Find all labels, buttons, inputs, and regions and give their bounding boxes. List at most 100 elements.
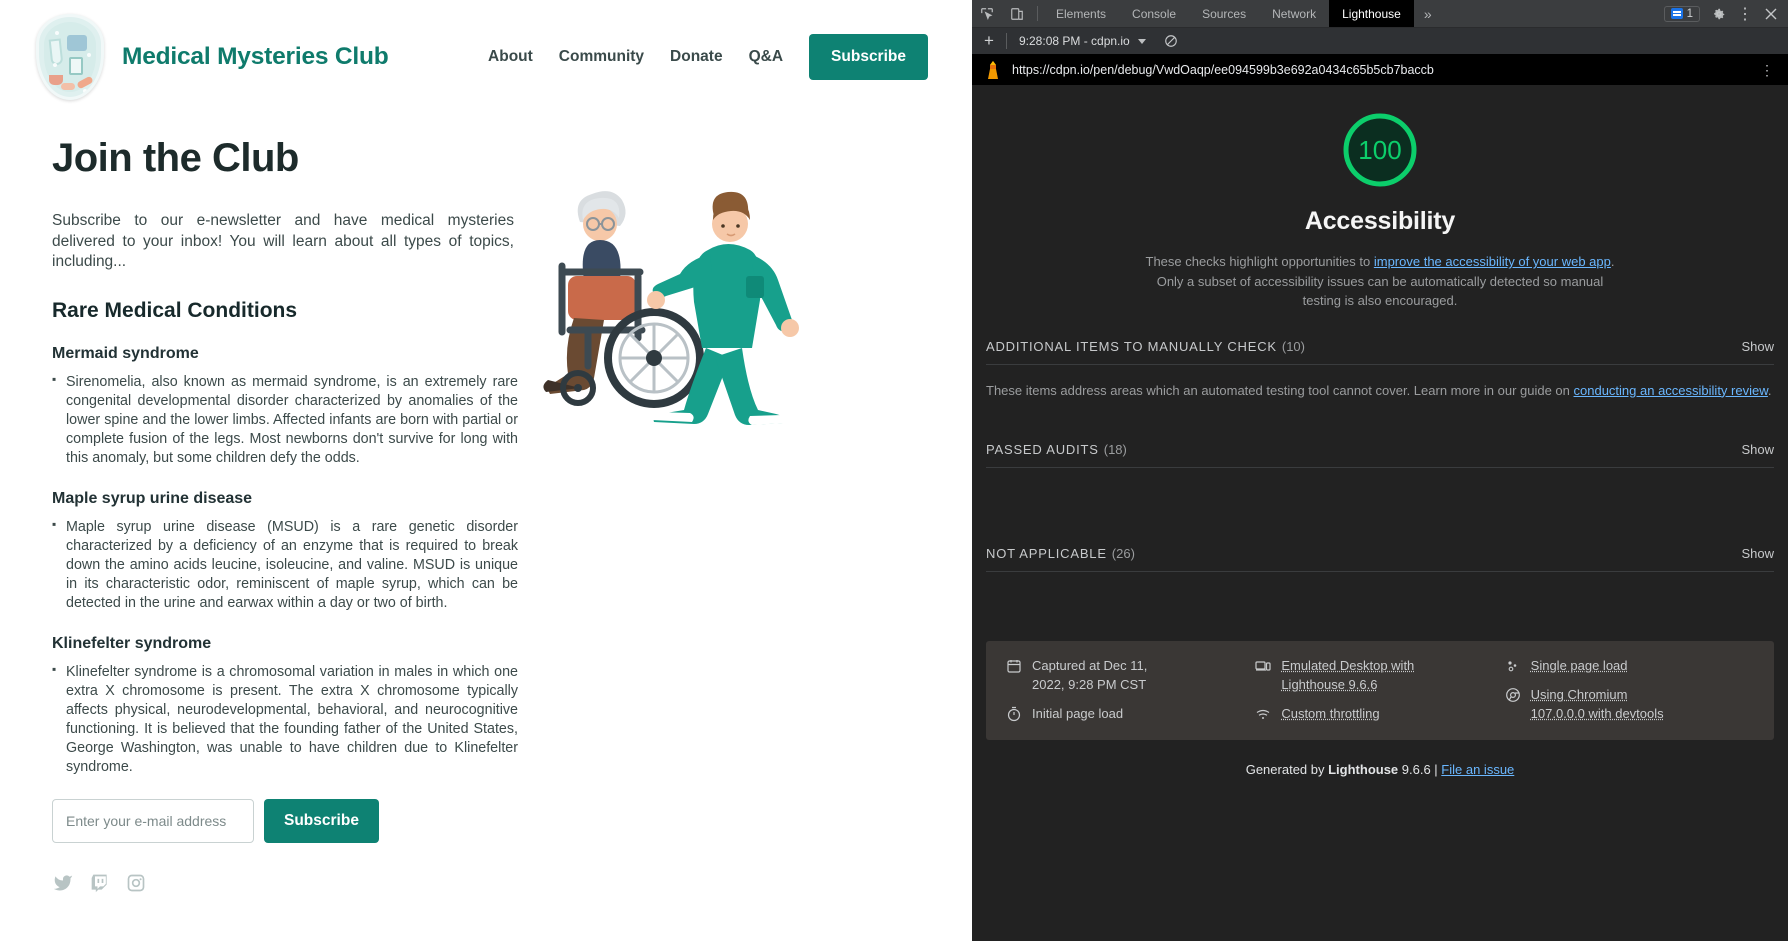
tab-network[interactable]: Network	[1259, 0, 1329, 27]
metadata-column-2: Emulated Desktop with Lighthouse 9.6.6 C…	[1255, 657, 1504, 724]
plus-icon[interactable]: +	[972, 31, 1006, 51]
report-url-bar: https://cdpn.io/pen/debug/VwdOaqp/ee0945…	[972, 55, 1788, 85]
metadata-text: Captured at Dec 11, 2022, 9:28 PM CST	[1032, 657, 1182, 695]
section-body: These items address areas which an autom…	[986, 365, 1774, 423]
nav-item-community[interactable]: Community	[559, 48, 644, 66]
section-passed-audits: PASSED AUDITS (18) Show	[972, 422, 1788, 526]
section-body-pre: These items address areas which an autom…	[986, 383, 1574, 398]
section-header: PASSED AUDITS (18) Show	[986, 422, 1774, 467]
metadata-item-throttling: Custom throttling	[1255, 705, 1504, 724]
generated-version: 9.6.6 |	[1398, 762, 1441, 777]
file-an-issue-link[interactable]: File an issue	[1441, 762, 1514, 777]
medical-shield-logo-icon	[36, 14, 104, 100]
run-selector-label: 9:28:08 PM - cdpn.io	[1019, 34, 1130, 48]
social-links	[52, 873, 972, 898]
nav-item-donate[interactable]: Donate	[670, 48, 723, 66]
instagram-icon[interactable]	[126, 873, 146, 898]
tab-console[interactable]: Console	[1119, 0, 1189, 27]
condition-title-1: Mermaid syndrome	[52, 345, 972, 363]
inspect-element-icon[interactable]	[972, 0, 1002, 27]
metadata-item-captured: Captured at Dec 11, 2022, 9:28 PM CST	[1006, 657, 1255, 695]
run-selector[interactable]: 9:28:08 PM - cdpn.io	[1007, 34, 1158, 48]
metadata-text[interactable]: Custom throttling	[1281, 705, 1379, 724]
chevron-down-icon	[1138, 39, 1146, 44]
generated-pre: Generated by	[1246, 762, 1328, 777]
section-body-empty	[986, 572, 1774, 630]
metadata-item-chromium: Using Chromium 107.0.0.0 with devtools	[1505, 686, 1754, 724]
single-page-icon	[1505, 658, 1521, 674]
improve-accessibility-link[interactable]: improve the accessibility of your web ap…	[1374, 254, 1611, 269]
report-metadata-wrap: Captured at Dec 11, 2022, 9:28 PM CST In…	[972, 629, 1788, 740]
gear-icon[interactable]	[1706, 0, 1732, 28]
site-title: Medical Mysteries Club	[122, 43, 389, 71]
devtools-panel: Elements Console Sources Network Lightho…	[972, 0, 1788, 941]
category-description: These checks highlight opportunities to …	[1138, 252, 1622, 311]
section-header: NOT APPLICABLE (26) Show	[986, 526, 1774, 571]
metadata-column-1: Captured at Dec 11, 2022, 9:28 PM CST In…	[1006, 657, 1255, 724]
metadata-text[interactable]: Single page load	[1531, 657, 1628, 676]
subscribe-form: Subscribe	[52, 799, 972, 843]
issues-icon	[1671, 8, 1683, 19]
throttling-icon	[1255, 706, 1271, 722]
lighthouse-favicon-icon	[984, 60, 1002, 80]
condition-title-3: Klinefelter syndrome	[52, 635, 972, 653]
header-subscribe-button[interactable]: Subscribe	[809, 34, 928, 80]
section-not-applicable: NOT APPLICABLE (26) Show	[972, 526, 1788, 630]
list-item: Maple syrup urine disease (MSUD) is a ra…	[52, 518, 518, 613]
list-item: Klinefelter syndrome is a chromosomal va…	[52, 663, 518, 777]
intro-paragraph: Subscribe to our e-newsletter and have m…	[52, 211, 514, 273]
main-nav: About Community Donate Q&A Subscribe	[488, 34, 948, 80]
metadata-column-3: Single page load Using Chromium 107.0.0.…	[1505, 657, 1754, 724]
category-title: Accessibility	[972, 207, 1788, 236]
devtools-tabbar: Elements Console Sources Network Lightho…	[972, 0, 1788, 28]
nav-item-about[interactable]: About	[488, 48, 533, 66]
metadata-item-page-load: Initial page load	[1006, 705, 1255, 724]
tab-lighthouse[interactable]: Lighthouse	[1329, 0, 1414, 27]
metadata-text[interactable]: Emulated Desktop with Lighthouse 9.6.6	[1281, 657, 1431, 695]
metadata-item-emulation: Emulated Desktop with Lighthouse 9.6.6	[1255, 657, 1504, 695]
section-title: ADDITIONAL ITEMS TO MANUALLY CHECK	[986, 339, 1277, 354]
devices-icon	[1255, 658, 1271, 674]
subscribe-button[interactable]: Subscribe	[264, 799, 379, 843]
section-title: PASSED AUDITS	[986, 442, 1099, 457]
description-pre: These checks highlight opportunities to	[1146, 254, 1374, 269]
section-title: Rare Medical Conditions	[52, 299, 972, 323]
nav-item-qa[interactable]: Q&A	[749, 48, 783, 66]
section-count: (10)	[1282, 339, 1305, 354]
report-options-icon[interactable]: ⋮	[1754, 63, 1780, 77]
section-count: (18)	[1104, 442, 1127, 457]
section-show-toggle[interactable]: Show	[1741, 442, 1774, 457]
report-metadata: Captured at Dec 11, 2022, 9:28 PM CST In…	[986, 641, 1774, 740]
clear-icon[interactable]	[1158, 34, 1184, 48]
close-icon[interactable]	[1758, 0, 1784, 28]
device-toolbar-icon[interactable]	[1002, 0, 1032, 27]
devtools-toolbar-right: 1 ⋮	[1664, 0, 1788, 27]
twitter-icon[interactable]	[52, 873, 74, 898]
metadata-text[interactable]: Using Chromium 107.0.0.0 with devtools	[1531, 686, 1681, 724]
section-show-toggle[interactable]: Show	[1741, 339, 1774, 354]
accessibility-score-gauge: 100	[1341, 111, 1419, 189]
metadata-item-single-page: Single page load	[1505, 657, 1754, 676]
more-options-icon[interactable]: ⋮	[1732, 0, 1758, 28]
tab-elements[interactable]: Elements	[1043, 0, 1119, 27]
section-manual-check: ADDITIONAL ITEMS TO MANUALLY CHECK (10) …	[972, 319, 1788, 423]
issues-counter-button[interactable]: 1	[1664, 6, 1700, 22]
twitch-icon[interactable]	[90, 873, 110, 898]
condition-list-1: Sirenomelia, also known as mermaid syndr…	[52, 373, 518, 468]
email-field[interactable]	[52, 799, 254, 843]
screen: Medical Mysteries Club About Community D…	[0, 0, 1788, 941]
condition-title-2: Maple syrup urine disease	[52, 490, 972, 508]
section-show-toggle[interactable]: Show	[1741, 546, 1774, 561]
score-hero: 100 Accessibility These checks highlight…	[972, 85, 1788, 319]
list-item: Sirenomelia, also known as mermaid syndr…	[52, 373, 518, 468]
score-value: 100	[1341, 111, 1419, 189]
section-header: ADDITIONAL ITEMS TO MANUALLY CHECK (10) …	[986, 319, 1774, 364]
more-tabs-icon[interactable]: »	[1414, 0, 1442, 27]
condition-list-3: Klinefelter syndrome is a chromosomal va…	[52, 663, 518, 777]
page-title: Join the Club	[52, 136, 972, 181]
calendar-icon	[1006, 658, 1022, 674]
section-body-empty	[986, 468, 1774, 526]
accessibility-review-link[interactable]: conducting an accessibility review	[1574, 383, 1768, 398]
section-title: NOT APPLICABLE	[986, 546, 1107, 561]
tab-sources[interactable]: Sources	[1189, 0, 1259, 27]
